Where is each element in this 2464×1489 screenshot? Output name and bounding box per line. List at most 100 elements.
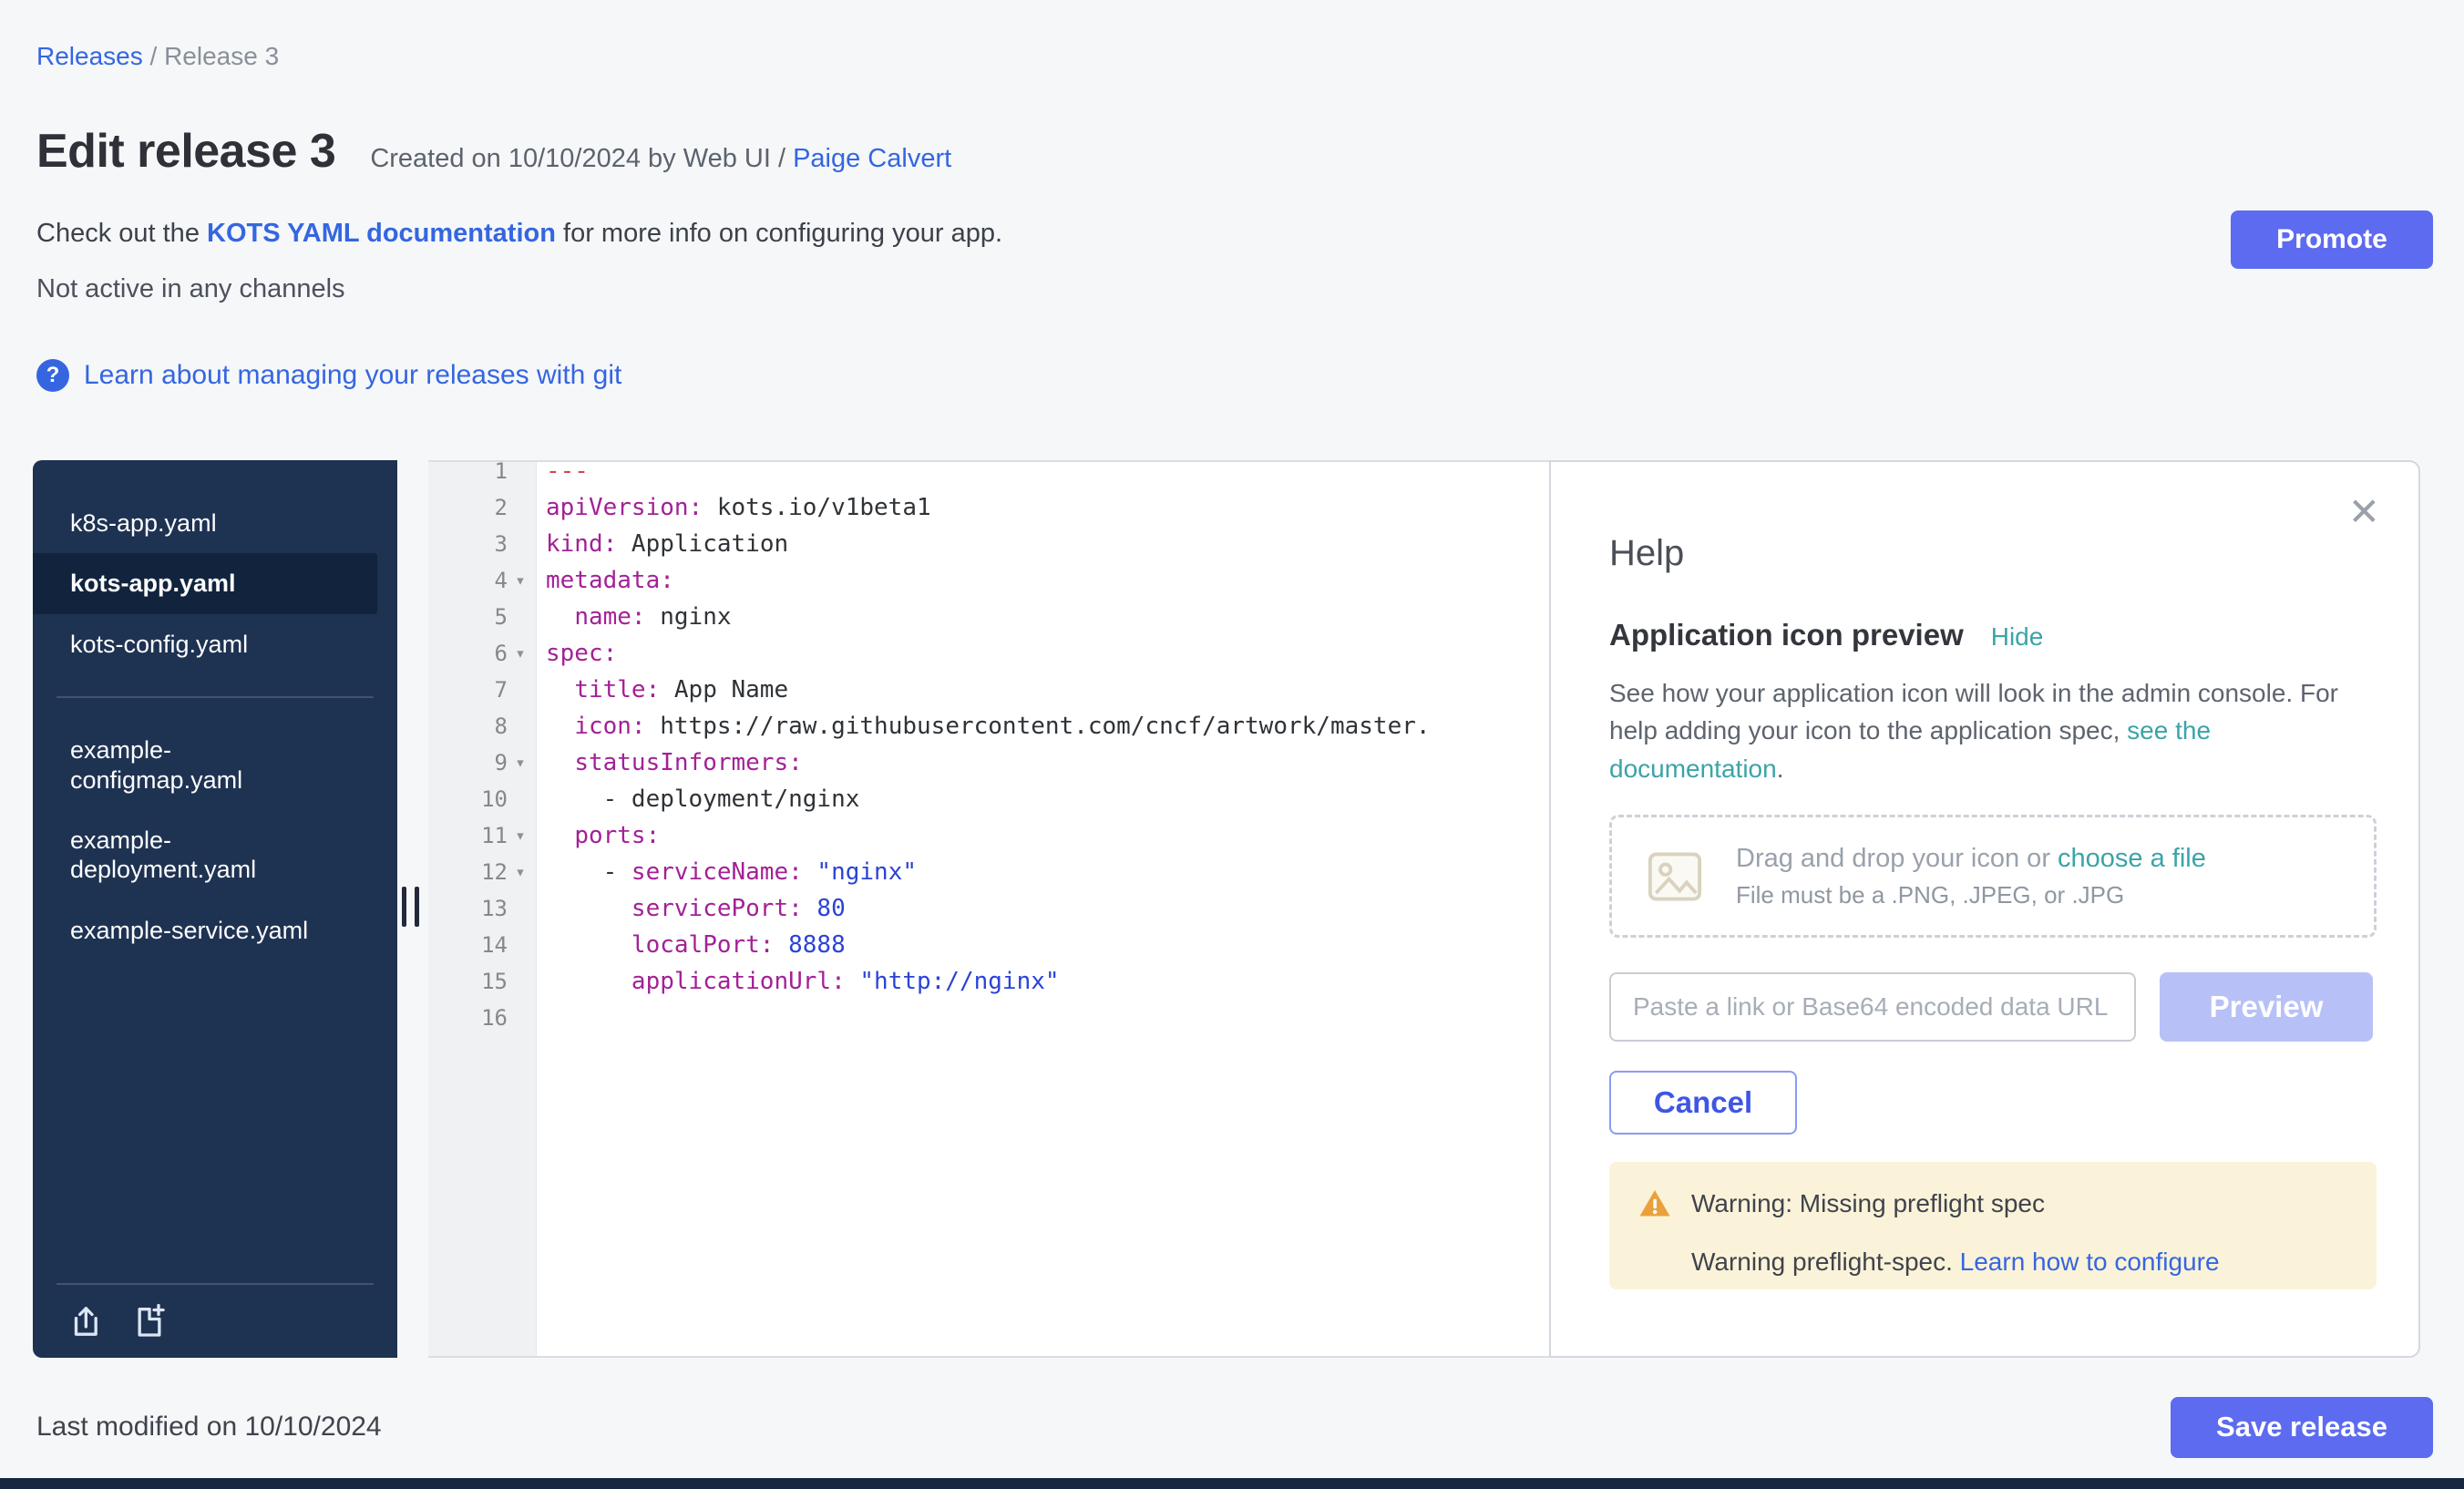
doc-text-after: for more info on configuring your app. — [556, 219, 1002, 248]
code-line[interactable]: 5 name: nginx — [428, 599, 1549, 635]
doc-row: Check out the KOTS YAML documentation fo… — [36, 219, 2433, 249]
icon-url-input[interactable] — [1609, 972, 2136, 1042]
created-text: Created on 10/10/2024 by Web UI / — [370, 144, 793, 173]
git-help-row: ? Learn about managing your releases wit… — [36, 359, 2433, 392]
code-line[interactable]: 13 servicePort: 80 — [428, 890, 1549, 927]
code-line[interactable]: 15 applicationUrl: "http://nginx" — [428, 963, 1549, 1000]
choose-file-link[interactable]: choose a file — [2058, 844, 2206, 873]
code-line[interactable]: 16 — [428, 1000, 1549, 1036]
file-item-example-configmap.yaml[interactable]: example-configmap.yaml — [33, 720, 397, 810]
gutter-cell: 7 — [428, 672, 537, 708]
file-item-label: k8s-app.yaml — [70, 508, 217, 538]
file-item-label: example-deployment.yaml — [70, 826, 344, 885]
code-text: icon: https://raw.githubusercontent.com/… — [537, 708, 1431, 744]
file-item-kots-app.yaml[interactable]: kots-app.yaml — [33, 553, 377, 613]
code-text: applicationUrl: "http://nginx" — [537, 963, 1060, 1000]
git-help-link[interactable]: Learn about managing your releases with … — [84, 360, 621, 391]
gutter-cell: 8 — [428, 708, 537, 744]
code-text: name: nginx — [537, 599, 732, 635]
line-number: 12 — [481, 854, 508, 890]
code-line[interactable]: 2 apiVersion: kots.io/v1beta1 — [428, 489, 1549, 526]
code-line[interactable]: 9▾ statusInformers: — [428, 744, 1549, 781]
close-icon[interactable]: ✕ — [2348, 493, 2380, 531]
line-number: 13 — [481, 890, 508, 927]
gutter-cell: 13 — [428, 890, 537, 927]
code-line[interactable]: 4▾metadata: — [428, 562, 1549, 599]
promote-button[interactable]: Promote — [2231, 211, 2433, 269]
breadcrumb-separator: / — [143, 42, 164, 70]
line-number: 8 — [495, 708, 508, 744]
line-number: 10 — [481, 781, 508, 817]
code-text: servicePort: 80 — [537, 890, 846, 927]
icon-preview-section-header: Application icon preview Hide — [1609, 618, 2377, 652]
pane-resize-handle-left[interactable] — [402, 887, 424, 927]
fold-arrow-icon[interactable]: ▾ — [508, 635, 533, 672]
kots-yaml-doc-link[interactable]: KOTS YAML documentation — [207, 219, 556, 248]
code-line[interactable]: 3kind: Application — [428, 526, 1549, 562]
new-file-icon[interactable] — [131, 1303, 168, 1340]
code-text: spec: — [537, 635, 617, 672]
file-item-k8s-app.yaml[interactable]: k8s-app.yaml — [33, 493, 397, 553]
file-item-kots-config.yaml[interactable]: kots-config.yaml — [33, 614, 397, 674]
gutter-cell: 12▾ — [428, 854, 537, 890]
title-row: Edit release 3 Created on 10/10/2024 by … — [36, 124, 2433, 179]
line-number: 2 — [495, 489, 508, 526]
code-line[interactable]: 6▾spec: — [428, 635, 1549, 672]
line-number: 15 — [481, 963, 508, 1000]
gutter-cell: 5 — [428, 599, 537, 635]
line-number: 16 — [481, 1000, 508, 1036]
code-text: --- — [537, 460, 589, 489]
dropzone-text-before: Drag and drop your icon or — [1736, 844, 2058, 873]
yaml-editor[interactable]: 1---2apiVersion: kots.io/v1beta13kind: A… — [428, 460, 1549, 1358]
hide-link[interactable]: Hide — [1991, 622, 2044, 652]
code-line[interactable]: 14 localPort: 8888 — [428, 927, 1549, 963]
line-number: 6 — [495, 635, 508, 672]
created-info: Created on 10/10/2024 by Web UI / Paige … — [370, 144, 951, 174]
page-title: Edit release 3 — [36, 124, 335, 179]
cancel-button[interactable]: Cancel — [1609, 1071, 1797, 1135]
line-number: 3 — [495, 526, 508, 562]
learn-how-to-configure-link[interactable]: Learn how to configure — [1960, 1248, 2220, 1276]
file-item-example-deployment.yaml[interactable]: example-deployment.yaml — [33, 810, 397, 900]
upload-file-icon[interactable] — [69, 1303, 106, 1340]
gutter-cell: 4▾ — [428, 562, 537, 599]
gutter-cell: 1 — [428, 460, 537, 489]
file-item-example-service.yaml[interactable]: example-service.yaml — [33, 900, 397, 960]
code-line[interactable]: 1--- — [428, 460, 1549, 489]
gutter-cell: 6▾ — [428, 635, 537, 672]
fold-arrow-icon[interactable]: ▾ — [508, 817, 533, 854]
icon-dropzone[interactable]: Drag and drop your icon or choose a file… — [1609, 815, 2377, 938]
gutter-cell: 2 — [428, 489, 537, 526]
breadcrumb: Releases / Release 3 — [36, 42, 2433, 71]
preview-button[interactable]: Preview — [2160, 972, 2373, 1042]
code-text: apiVersion: kots.io/v1beta1 — [537, 489, 931, 526]
preflight-warning-box: Warning: Missing preflight spec Warning … — [1609, 1162, 2377, 1289]
fold-arrow-icon[interactable]: ▾ — [508, 854, 533, 890]
code-line[interactable]: 11▾ ports: — [428, 817, 1549, 854]
code-line[interactable]: 12▾ - serviceName: "nginx" — [428, 854, 1549, 890]
warning-detail-text: Warning preflight-spec. — [1691, 1248, 1960, 1276]
save-release-button[interactable]: Save release — [2171, 1397, 2433, 1458]
question-icon[interactable]: ? — [36, 359, 69, 392]
line-number: 7 — [495, 672, 508, 708]
fold-arrow-icon[interactable]: ▾ — [508, 744, 533, 781]
file-item-label: example-configmap.yaml — [70, 735, 344, 795]
gutter-cell: 11▾ — [428, 817, 537, 854]
dropzone-subtext: File must be a .PNG, .JPEG, or .JPG — [1736, 881, 2206, 909]
line-number: 4 — [495, 562, 508, 599]
bottom-strip — [0, 1478, 2464, 1489]
warning-title: Warning: Missing preflight spec — [1691, 1189, 2045, 1218]
dropzone-text: Drag and drop your icon or choose a file… — [1736, 844, 2206, 909]
code-text: statusInformers: — [537, 744, 803, 781]
code-line[interactable]: 8 icon: https://raw.githubusercontent.co… — [428, 708, 1549, 744]
fold-arrow-icon[interactable]: ▾ — [508, 562, 533, 599]
code-line[interactable]: 10 - deployment/nginx — [428, 781, 1549, 817]
gutter-cell: 16 — [428, 1000, 537, 1036]
code-line[interactable]: 7 title: App Name — [428, 672, 1549, 708]
created-by-link[interactable]: Paige Calvert — [793, 144, 951, 173]
line-number: 11 — [481, 817, 508, 854]
help-panel: ✕ Help Application icon preview Hide See… — [1549, 460, 2420, 1358]
breadcrumb-releases-link[interactable]: Releases — [36, 42, 143, 70]
warning-icon — [1638, 1187, 1671, 1220]
gutter-cell: 10 — [428, 781, 537, 817]
